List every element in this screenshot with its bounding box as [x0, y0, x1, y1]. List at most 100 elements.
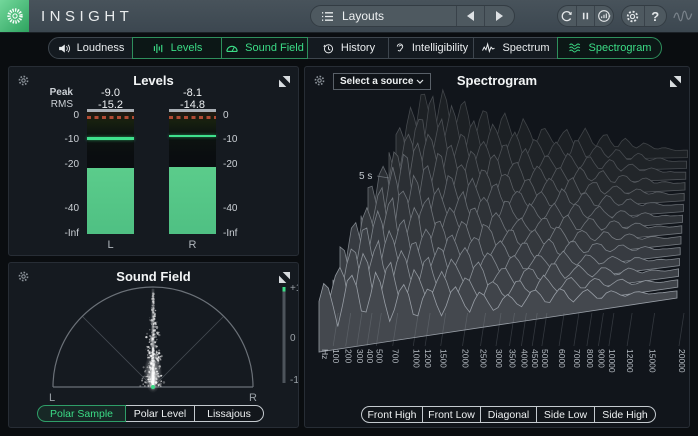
- levels-panel-title: Levels: [133, 73, 174, 88]
- levels-expand-icon[interactable]: [279, 74, 290, 87]
- freq-unit-label: Hz: [320, 349, 330, 359]
- tab-levels[interactable]: Levels: [132, 37, 222, 59]
- time-marker-label: 5 s: [359, 171, 372, 182]
- freq-tick-label: 8000: [585, 349, 595, 368]
- tab-spectrogram[interactable]: Spectrogram: [557, 37, 662, 59]
- next-layout-button[interactable]: [484, 6, 514, 26]
- rms-label: RMS: [50, 99, 73, 110]
- meter-scale-label-left: 0: [73, 110, 79, 121]
- view-tabs: Loudness Levels Sound Field History Intellig…: [48, 37, 662, 59]
- button-side-high[interactable]: Side High: [594, 406, 656, 423]
- freq-tick-label: 700: [391, 349, 401, 363]
- meter-control-group: [557, 5, 614, 27]
- freq-tick-label: 4000: [519, 349, 529, 368]
- levels-icon: [152, 42, 165, 55]
- spectrogram-panel: Select a source Spectrogram Hz 100 200 300 4…: [304, 66, 690, 428]
- sound-field-icon: [225, 42, 239, 54]
- meter-scale-label-right: -10: [223, 134, 238, 145]
- button-diagonal[interactable]: Diagonal: [480, 406, 537, 423]
- sound-field-left-label: L: [49, 392, 55, 404]
- meter-scale-label-right: 0: [223, 110, 229, 121]
- pause-button[interactable]: [575, 6, 595, 26]
- freq-tick-label: 15000: [648, 349, 658, 373]
- tab-history[interactable]: History: [307, 37, 389, 59]
- tab-label: Sound Field: [245, 42, 304, 54]
- layout-list-icon: [321, 11, 334, 22]
- freq-tick-label: 1000: [411, 349, 421, 368]
- tab-label: Loudness: [76, 42, 125, 54]
- spectrogram-view-buttons: Front High Front Low Diagonal Side Low Side …: [361, 406, 656, 423]
- sound-field-mode-buttons: Polar Sample Polar Level Lissajous: [37, 405, 264, 422]
- freq-tick-label: 3500: [508, 349, 518, 368]
- gear-icon[interactable]: [622, 6, 644, 26]
- channel-label-l: L: [107, 239, 114, 251]
- freq-tick-label: 500: [374, 349, 384, 363]
- spectrogram-3d-display: Hz 100 200 300 400 500 700 1000 1200 1500 2000 2500…: [318, 88, 688, 373]
- tab-loudness[interactable]: Loudness: [48, 37, 133, 59]
- layouts-label: Layouts: [342, 9, 385, 23]
- tab-sound-field[interactable]: Sound Field: [221, 37, 308, 59]
- freq-tick-label: 1200: [423, 349, 433, 368]
- tab-label: History: [340, 42, 376, 54]
- button-front-low[interactable]: Front Low: [422, 406, 481, 423]
- correlation-scale-label: -1: [290, 375, 299, 386]
- freq-tick-label: 5000: [540, 349, 550, 368]
- polar-sample-display: L R +1 0 -1: [49, 283, 299, 404]
- freq-tick-label: 2500: [479, 349, 489, 368]
- button-lissajous[interactable]: Lissajous: [194, 405, 264, 422]
- freq-tick-label: 10000: [607, 349, 617, 373]
- reset-meters-button[interactable]: [558, 6, 576, 26]
- spectrogram-icon: [568, 42, 583, 54]
- history-icon: [321, 42, 335, 55]
- tab-label: Spectrogram: [588, 42, 652, 54]
- intelligibility-icon: [394, 41, 406, 55]
- meter-scale-label-left: -10: [64, 134, 79, 145]
- peak-value-r: -8.1: [183, 87, 202, 99]
- meter-scale-label-right: -20: [223, 159, 238, 170]
- meter-scale-label-right: -Inf: [223, 228, 238, 239]
- help-button[interactable]: ?: [643, 6, 667, 26]
- freq-tick-label: 400: [365, 349, 375, 363]
- tab-label: Intelligibility: [411, 42, 469, 54]
- levels-panel: Levels 0 0 -10 -10 -20 -20 -40 -40 -Inf -Inf Peak R…: [8, 66, 299, 256]
- freq-tick-label: 2000: [461, 349, 471, 368]
- freq-tick-label: 1500: [439, 349, 449, 368]
- tab-label: Spectrum: [502, 42, 550, 54]
- freq-tick-label: 200: [344, 349, 354, 363]
- freq-tick-label: 4500: [530, 349, 540, 368]
- meter-scale-label-left: -20: [64, 159, 79, 170]
- level-meter-l: [87, 109, 134, 234]
- tab-label: Levels: [170, 42, 203, 54]
- channel-label-r: R: [188, 239, 197, 251]
- correlation-scale-label: 0: [290, 333, 296, 344]
- freq-tick-label: 100: [331, 349, 341, 363]
- tab-spectrum[interactable]: Spectrum: [473, 37, 558, 59]
- insight-app-window: INSIGHT Layouts ? Loudness Levels Sound …: [0, 0, 698, 436]
- sound-field-right-label: R: [249, 392, 257, 404]
- top-bar: INSIGHT Layouts ?: [0, 0, 698, 33]
- button-polar-sample[interactable]: Polar Sample: [37, 405, 126, 422]
- izotope-logo-icon: [0, 0, 29, 32]
- peak-label: Peak: [49, 87, 73, 98]
- freq-tick-label: 20000: [677, 349, 687, 373]
- layouts-dropdown[interactable]: Layouts: [310, 5, 515, 27]
- meter-scale-label-left: -Inf: [64, 228, 79, 239]
- spectrum-icon: [481, 42, 496, 54]
- freq-tick-label: 12000: [625, 349, 635, 373]
- button-front-high[interactable]: Front High: [361, 406, 423, 423]
- freq-tick-label: 6000: [557, 349, 567, 368]
- tab-intelligibility[interactable]: Intelligibility: [388, 37, 474, 59]
- izotope-squiggle-icon: [672, 8, 695, 27]
- settings-help-group: ?: [621, 5, 667, 27]
- meter-reset-history-button[interactable]: [594, 6, 613, 26]
- button-side-low[interactable]: Side Low: [536, 406, 595, 423]
- loudness-icon: [57, 42, 71, 55]
- freq-tick-label: 9000: [596, 349, 606, 368]
- prev-layout-button[interactable]: [456, 6, 484, 26]
- peak-value-l: -9.0: [101, 87, 120, 99]
- app-title: INSIGHT: [41, 8, 134, 25]
- level-meter-r: [169, 109, 216, 234]
- button-polar-level[interactable]: Polar Level: [125, 405, 195, 422]
- freq-tick-label: 3000: [494, 349, 504, 368]
- correlation-scale-label: +1: [290, 283, 299, 294]
